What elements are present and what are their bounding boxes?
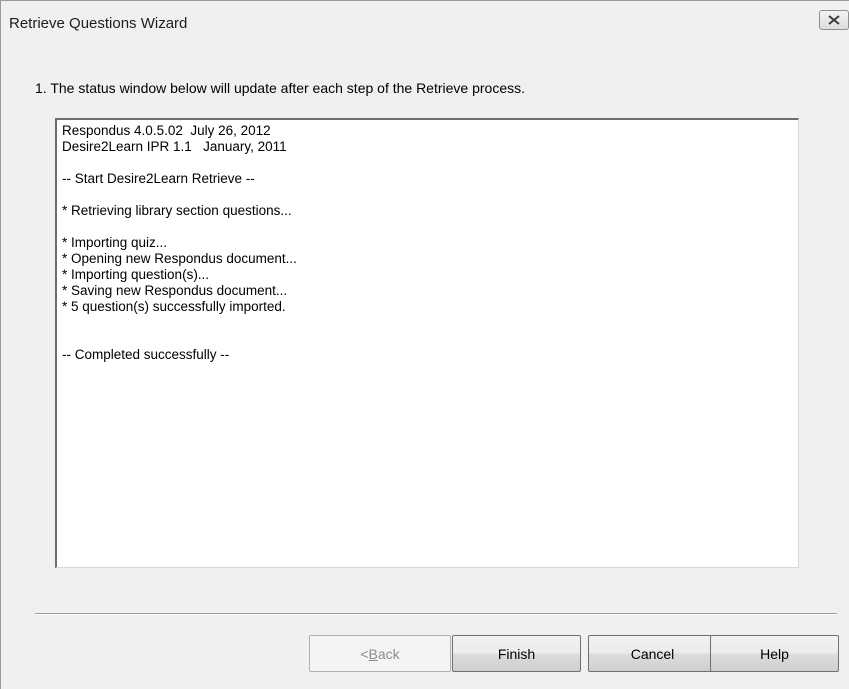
status-line <box>62 219 793 235</box>
status-line <box>62 331 793 347</box>
retrieve-questions-wizard-window: Retrieve Questions Wizard 1. The status … <box>0 0 849 689</box>
status-line: * Importing quiz... <box>62 235 168 250</box>
status-line: * Importing question(s)... <box>62 267 210 282</box>
close-button[interactable] <box>819 10 849 30</box>
button-separator <box>35 613 837 615</box>
status-line: Respondus 4.0.5.02 July 26, 2012 <box>62 123 271 138</box>
help-button[interactable]: Help <box>710 635 839 672</box>
status-line <box>62 187 793 203</box>
finish-button[interactable]: Finish <box>452 635 581 672</box>
title-bar: Retrieve Questions Wizard <box>1 1 849 45</box>
status-line <box>62 155 793 171</box>
status-line: * Opening new Respondus document... <box>62 251 297 266</box>
back-label-prefix: < <box>360 645 369 662</box>
status-line: * Retrieving library section questions..… <box>62 203 292 218</box>
window-title: Retrieve Questions Wizard <box>9 15 188 32</box>
finish-label: Finish <box>497 645 536 662</box>
back-label-rest: ack <box>377 645 400 662</box>
status-window[interactable]: Respondus 4.0.5.02 July 26, 2012 Desire2L… <box>55 118 799 568</box>
close-x-icon <box>828 15 840 25</box>
back-button[interactable]: < Back <box>309 635 451 672</box>
status-line: Desire2Learn IPR 1.1 January, 2011 <box>62 139 287 154</box>
back-label-mnemonic: B <box>368 645 378 662</box>
status-line: * 5 question(s) successfully imported. <box>62 299 286 314</box>
status-line: * Saving new Respondus document... <box>62 283 288 298</box>
status-line: -- Start Desire2Learn Retrieve -- <box>62 171 255 186</box>
instruction-text: 1. The status window below will update a… <box>35 80 526 96</box>
status-line: -- Completed successfully -- <box>62 347 230 362</box>
cancel-label: Cancel <box>630 645 675 662</box>
status-line <box>62 315 793 331</box>
cancel-button[interactable]: Cancel <box>588 635 717 672</box>
help-label: Help <box>760 645 789 662</box>
